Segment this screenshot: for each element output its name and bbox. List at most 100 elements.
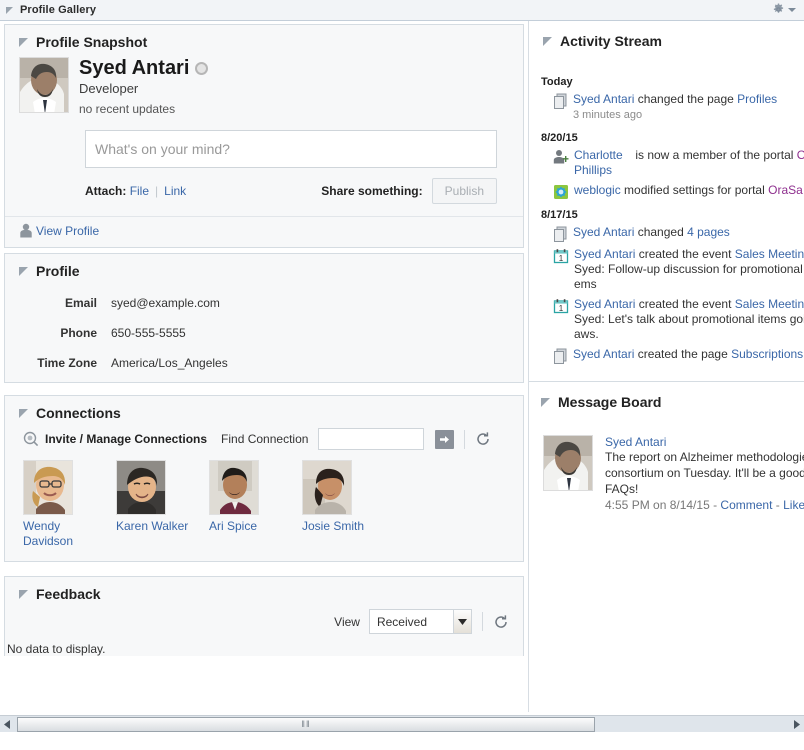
activity-item[interactable]: Syed Antari changed 4 pages [541,223,804,245]
profile-snapshot-body: Syed Antari Developer no recent updates … [5,57,523,204]
activity-item[interactable]: Charlotte Phillips is now a member of th… [541,146,804,181]
avatar[interactable] [23,460,73,515]
avatar[interactable] [543,435,593,491]
activity-item[interactable]: 1 Syed Antari created the event Sales Me… [541,245,804,295]
manage-connections-icon [23,431,45,447]
share-input[interactable] [85,130,497,168]
activity-actor[interactable]: Syed Antari [573,92,634,106]
publish-button[interactable]: Publish [431,178,497,204]
panel-title: Connections [36,405,121,421]
right-column: Activity Stream Today Syed Antari change… [528,21,804,712]
connections-grid: Wendy Davidson Karen Walker Ari Spice Jo… [23,460,509,549]
refresh-icon[interactable] [475,431,491,447]
activity-action: changed [634,225,688,239]
connection-name[interactable]: Wendy Davidson [23,519,97,549]
avatar[interactable] [302,460,352,515]
collapse-disclosure-icon[interactable] [19,37,28,47]
field-label: Time Zone [37,356,97,370]
activity-object[interactable]: 4 pages [687,225,730,239]
horizontal-scrollbar[interactable]: ‖‖ [0,715,804,732]
activity-actor[interactable]: Syed Antari [574,297,635,311]
post-comment-link[interactable]: Comment [720,498,772,512]
connection-item[interactable]: Wendy Davidson [23,460,116,549]
collapse-disclosure-icon[interactable] [19,266,28,276]
chevron-down-icon[interactable] [453,610,471,633]
content-columns: Profile Snapshot Syed Antari Developer n… [0,21,804,712]
activity-actor[interactable]: weblogic [574,183,621,197]
connections-panel: Connections Invite / Manage Connections [4,395,524,562]
scroll-right-icon[interactable] [789,717,804,732]
activity-action: created the event [635,297,735,311]
post-like-link[interactable]: Like [783,498,804,512]
find-connection-input[interactable] [318,428,425,450]
activity-object[interactable]: Profiles [737,92,777,106]
connection-item[interactable]: Ari Spice [209,460,302,549]
find-connection-go-button[interactable] [435,429,455,449]
view-profile-link[interactable]: View Profile [36,224,99,238]
avatar[interactable] [209,460,259,515]
share-composer: Attach: File | Link Share something: Pub… [85,130,509,204]
collapse-disclosure-icon[interactable] [19,408,28,418]
invite-manage-connections-link[interactable]: Invite / Manage Connections [45,432,207,446]
person-icon [19,223,36,238]
settings-portal-icon [553,183,574,200]
collapse-disclosure-icon[interactable] [6,6,13,14]
activity-day-label: 8/17/15 [541,209,578,221]
gear-icon[interactable] [772,3,785,16]
activity-stream-panel: Activity Stream Today Syed Antari change… [529,24,804,367]
attach-link-link[interactable]: Link [164,184,186,198]
feedback-view-select[interactable]: Received [368,609,472,634]
post-author[interactable]: Syed Antari [605,435,804,449]
connection-name[interactable]: Ari Spice [209,519,283,534]
activity-item[interactable]: weblogic modified settings for portal Or… [541,181,804,203]
activity-text: Syed Antari created the event Sales Meet… [574,297,804,342]
connection-name[interactable]: Karen Walker [116,519,190,534]
connections-toolbar: Invite / Manage Connections Find Connect… [23,428,509,450]
activity-object[interactable]: Subscriptions [731,347,803,361]
panel-title: Activity Stream [560,33,662,49]
activity-day-group: 8/17/15 Syed Antari changed 4 pages 1 Sy… [541,209,804,367]
connection-name[interactable]: Josie Smith [302,519,376,534]
activity-detail-line: ems [574,277,597,291]
connection-item[interactable]: Karen Walker [116,460,209,549]
activity-item[interactable]: Syed Antari created the page Subscriptio… [541,345,804,367]
scrollbar-track[interactable]: ‖‖ [15,716,789,732]
field-label: Email [64,296,97,310]
activity-object[interactable]: OraSa [768,183,803,197]
activity-actor[interactable]: Charlotte Phillips [574,148,632,178]
pages-icon [553,225,573,242]
chevron-down-icon[interactable] [788,7,796,12]
activity-detail-line: Syed: Follow-up discussion for promotion… [574,262,803,276]
message-board-post-content: Syed Antari The report on Alzheimer meth… [605,435,804,512]
collapse-disclosure-icon[interactable] [19,589,28,599]
profile-fields: Email syed@example.com Phone 650-555-555… [5,286,523,382]
collapse-disclosure-icon[interactable] [541,397,550,407]
avatar[interactable] [116,460,166,515]
scroll-left-icon[interactable] [0,717,15,732]
activity-object[interactable]: Ora [797,148,804,162]
post-timestamp: 4:55 PM on 8/14/15 [605,498,710,512]
avatar[interactable] [19,57,69,113]
activity-actor[interactable]: Syed Antari [573,347,634,361]
activity-actor[interactable]: Syed Antari [574,247,635,261]
scrollbar-thumb[interactable]: ‖‖ [17,716,595,732]
activity-object[interactable]: Sales Meeting [735,297,804,311]
activity-item[interactable]: Syed Antari changed the page Profiles 3 … [541,90,804,126]
refresh-icon[interactable] [493,614,509,630]
attach-label: Attach: [85,184,127,198]
activity-stream-header: Activity Stream [529,24,804,56]
activity-actor[interactable]: Syed Antari [573,225,634,239]
activity-object[interactable]: Sales Meeting [735,247,804,261]
feedback-toolbar: View Received [19,609,509,634]
collapse-disclosure-icon[interactable] [543,36,552,46]
connection-item[interactable]: Josie Smith [302,460,395,549]
activity-day-group: Today Syed Antari changed the page Profi… [541,76,804,126]
field-value: America/Los_Angeles [111,356,228,370]
connections-header: Connections [5,396,523,428]
view-profile-row[interactable]: View Profile [5,216,523,247]
attach-file-link[interactable]: File [130,184,149,198]
activity-item[interactable]: 1 Syed Antari created the event Sales Me… [541,295,804,345]
activity-text: Charlotte Phillips is now a member of th… [574,148,804,178]
activity-text: Syed Antari changed the page Profiles 3 … [573,92,777,123]
presence-status-icon[interactable] [195,62,209,75]
